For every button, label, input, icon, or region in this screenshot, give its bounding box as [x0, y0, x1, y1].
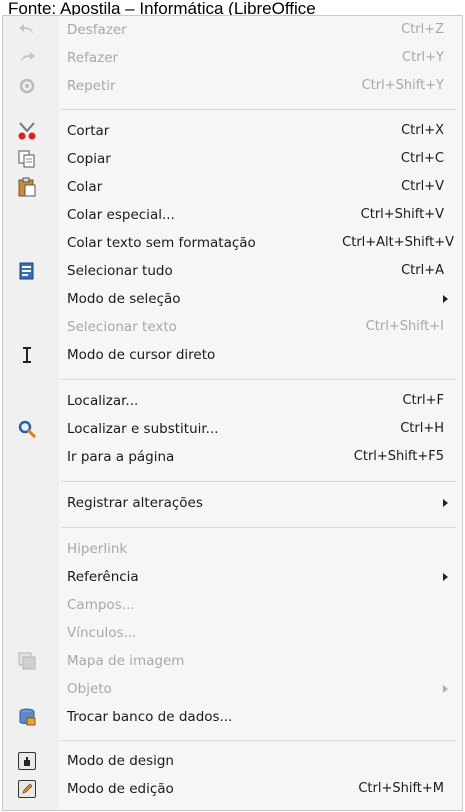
menu-item-label: Ir para a página	[67, 449, 175, 465]
menu-item-fields[interactable]: Campos...	[3, 591, 462, 619]
menu-item-shortcut: Ctrl+Shift+M	[358, 781, 444, 796]
menu-item-copy[interactable]: Copiar Ctrl+C	[3, 145, 462, 173]
clipboard-icon	[17, 177, 37, 197]
find-replace-icon	[17, 419, 37, 439]
submenu-arrow-icon	[443, 295, 448, 303]
menu-item-find[interactable]: Localizar... Ctrl+F	[3, 387, 462, 415]
menu-item-object[interactable]: Objeto	[3, 675, 462, 703]
select-all-icon	[17, 261, 37, 281]
menu-item-label: Refazer	[67, 50, 119, 66]
menu-item-label: Repetir	[67, 78, 116, 94]
menu-item-label: Localizar...	[67, 393, 139, 409]
edit-context-menu: Desfazer Ctrl+Z Refazer Ctrl+Y Repetir C…	[2, 15, 463, 811]
menu-item-shortcut: Ctrl+Z	[401, 22, 444, 37]
menu-item-label: Colar especial...	[67, 207, 175, 223]
menu-item-shortcut: Ctrl+V	[401, 179, 444, 194]
menu-item-label: Modo de design	[67, 753, 174, 769]
repeat-icon	[17, 76, 37, 96]
menu-item-label: Colar	[67, 179, 103, 195]
menu-item-shortcut: Ctrl+Alt+Shift+V	[342, 235, 454, 250]
submenu-arrow-icon	[443, 573, 448, 581]
database-icon	[17, 707, 37, 727]
menu-item-label: Referência	[67, 569, 139, 585]
menu-item-redo[interactable]: Refazer Ctrl+Y	[3, 44, 462, 72]
menu-item-paste-special[interactable]: Colar especial... Ctrl+Shift+V	[3, 201, 462, 229]
menu-separator	[61, 481, 456, 482]
menu-separator	[61, 109, 456, 110]
undo-icon	[17, 20, 37, 40]
menu-item-reference[interactable]: Referência	[3, 563, 462, 591]
menu-item-shortcut: Ctrl+A	[401, 263, 444, 278]
menu-item-exchange-database[interactable]: Trocar banco de dados...	[3, 703, 462, 731]
menu-item-image-map[interactable]: Mapa de imagem	[3, 647, 462, 675]
edit-mode-icon	[17, 779, 37, 799]
menu-item-label: Mapa de imagem	[67, 653, 185, 669]
menu-item-label: Modo de edição	[67, 781, 174, 797]
menu-item-label: Modo de cursor direto	[67, 347, 216, 363]
menu-item-label: Objeto	[67, 681, 112, 697]
menu-separator	[61, 527, 456, 528]
menu-item-selection-mode[interactable]: Modo de seleção	[3, 285, 462, 313]
menu-item-shortcut: Ctrl+Shift+F5	[353, 449, 444, 464]
menu-item-select-text[interactable]: Selecionar texto Ctrl+Shift+I	[3, 313, 462, 341]
menu-item-label: Modo de seleção	[67, 291, 181, 307]
menu-item-design-mode[interactable]: Modo de design	[3, 747, 462, 775]
menu-item-label: Registrar alterações	[67, 495, 203, 511]
menu-item-select-all[interactable]: Selecionar tudo Ctrl+A	[3, 257, 462, 285]
menu-item-track-changes[interactable]: Registrar alterações	[3, 489, 462, 517]
menu-item-shortcut: Ctrl+Shift+V	[360, 207, 444, 222]
menu-item-hyperlink[interactable]: Hiperlink	[3, 535, 462, 563]
menu-item-cut[interactable]: Cortar Ctrl+X	[3, 117, 462, 145]
menu-item-label: Copiar	[67, 151, 111, 167]
menu-item-shortcut: Ctrl+H	[400, 421, 444, 436]
menu-item-edit-mode[interactable]: Modo de edição Ctrl+Shift+M	[3, 775, 462, 803]
menu-item-label: Trocar banco de dados...	[67, 709, 233, 725]
menu-item-paste[interactable]: Colar Ctrl+V	[3, 173, 462, 201]
menu-item-label: Desfazer	[67, 22, 127, 38]
menu-item-label: Cortar	[67, 123, 110, 139]
menu-item-links[interactable]: Vínculos...	[3, 619, 462, 647]
menu-item-label: Campos...	[67, 597, 135, 613]
menu-item-label: Selecionar texto	[67, 319, 177, 335]
menu-item-shortcut: Ctrl+F	[402, 393, 444, 408]
submenu-arrow-icon	[443, 499, 448, 507]
submenu-arrow-icon	[443, 685, 448, 693]
menu-item-find-replace[interactable]: Localizar e substituir... Ctrl+H	[3, 415, 462, 443]
text-cursor-icon	[17, 345, 37, 365]
menu-item-repeat[interactable]: Repetir Ctrl+Shift+Y	[3, 72, 462, 100]
menu-item-label: Selecionar tudo	[67, 263, 173, 279]
image-map-icon	[17, 651, 37, 671]
menu-separator	[61, 740, 456, 741]
scissors-icon	[17, 121, 37, 141]
menu-item-label: Colar texto sem formatação	[67, 235, 256, 251]
menu-item-shortcut: Ctrl+Shift+Y	[361, 78, 444, 93]
menu-item-shortcut: Ctrl+X	[401, 123, 444, 138]
menu-item-undo[interactable]: Desfazer Ctrl+Z	[3, 16, 462, 44]
menu-item-label: Localizar e substituir...	[67, 421, 219, 437]
copy-icon	[17, 149, 37, 169]
menu-item-label: Vínculos...	[67, 625, 137, 641]
menu-item-shortcut: Ctrl+C	[400, 151, 444, 166]
design-mode-icon	[17, 751, 37, 771]
menu-item-label: Hiperlink	[67, 541, 128, 557]
menu-item-shortcut: Ctrl+Shift+I	[365, 319, 444, 334]
menu-item-paste-unformatted[interactable]: Colar texto sem formatação Ctrl+Alt+Shif…	[3, 229, 462, 257]
menu-item-shortcut: Ctrl+Y	[402, 50, 444, 65]
menu-separator	[61, 379, 456, 380]
menu-item-direct-cursor[interactable]: Modo de cursor direto	[3, 341, 462, 369]
redo-icon	[17, 48, 37, 68]
menu-item-go-to-page[interactable]: Ir para a página Ctrl+Shift+F5	[3, 443, 462, 471]
